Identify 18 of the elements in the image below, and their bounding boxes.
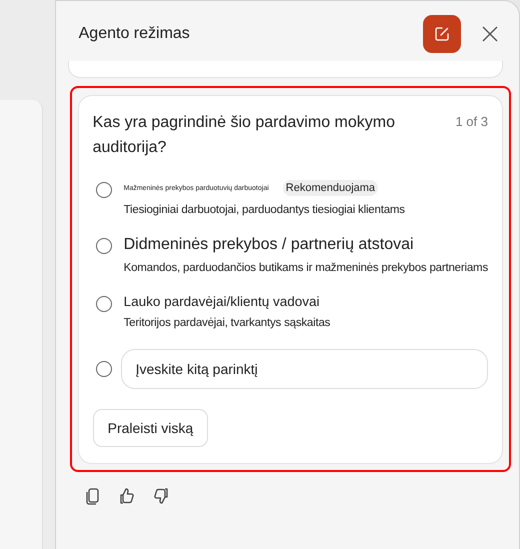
panel-title: Agento režimas bbox=[78, 25, 191, 43]
compose-icon bbox=[433, 25, 451, 43]
radio-button[interactable] bbox=[96, 238, 112, 254]
close-icon[interactable] bbox=[481, 25, 499, 43]
radio-button[interactable] bbox=[96, 182, 112, 198]
recommended-badge: Rekomenduojama bbox=[282, 180, 378, 196]
other-option-field[interactable]: Įveskite kitą parinktį bbox=[120, 349, 488, 389]
skip-all-button[interactable]: Praleisti viską bbox=[92, 409, 208, 447]
radio-button[interactable] bbox=[96, 296, 112, 312]
radio-button[interactable] bbox=[96, 361, 112, 377]
option-description: Tiesioginiai darbuotojai, parduodantys tiesiogiai klientams bbox=[124, 204, 405, 216]
new-chat-button[interactable] bbox=[423, 15, 461, 53]
question-counter: 1 of 3 bbox=[455, 113, 488, 129]
option-label[interactable]: Didmeninės prekybos / partnerių atstovai bbox=[124, 236, 414, 254]
option-label[interactable]: Lauko pardavėjai/klientų vadovai bbox=[124, 294, 320, 309]
option-description: Komandos, parduodančios butikams ir mažmeninės prekybos partneriams bbox=[124, 262, 488, 274]
question-text: Kas yra pagrindinė šio pardavimo mokymo auditorija? bbox=[92, 113, 396, 158]
option-description: Teritorijos pardavėjai, tvarkantys sąskaitas bbox=[124, 317, 330, 329]
